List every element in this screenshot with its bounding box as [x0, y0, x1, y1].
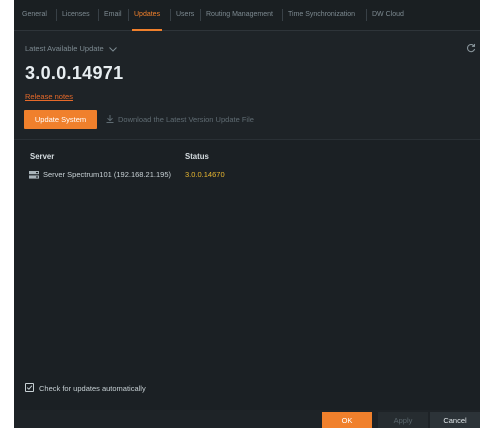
apply-button[interactable]: Apply	[378, 412, 428, 428]
tab-divider	[200, 9, 201, 21]
dialog-footer: OK Apply Cancel	[14, 410, 480, 428]
tab-divider	[282, 9, 283, 21]
system-administration-dialog: General Licenses Email Updates Users Rou…	[14, 0, 480, 428]
column-header-server: Server	[30, 152, 55, 161]
tab-dw-cloud[interactable]: DW Cloud	[372, 0, 404, 30]
tab-users[interactable]: Users	[176, 0, 194, 30]
server-name: Server Spectrum101 (192.168.21.195)	[43, 170, 171, 179]
tab-updates[interactable]: Updates	[131, 0, 163, 31]
server-icon	[29, 171, 39, 179]
tab-divider	[366, 9, 367, 21]
download-icon	[106, 115, 114, 123]
servers-table-panel: Server Status Server Spectrum101 (192.16…	[14, 140, 480, 410]
download-link-label: Download the Latest Version Update File	[118, 115, 254, 124]
download-update-file-link[interactable]: Download the Latest Version Update File	[106, 110, 254, 129]
ok-button[interactable]: OK	[322, 412, 372, 428]
chevron-down-icon	[108, 46, 117, 52]
tab-divider	[56, 9, 57, 21]
tab-bar: General Licenses Email Updates Users Rou…	[14, 0, 480, 31]
tab-time-synchronization[interactable]: Time Synchronization	[288, 0, 355, 30]
release-notes-link[interactable]: Release notes	[25, 92, 73, 101]
tab-divider	[98, 9, 99, 21]
cancel-button[interactable]: Cancel	[430, 412, 480, 428]
auto-check-label: Check for updates automatically	[39, 384, 146, 393]
tab-email[interactable]: Email	[104, 0, 122, 30]
table-row[interactable]: Server Spectrum101 (192.168.21.195) 3.0.…	[14, 168, 480, 182]
checkbox-checked-icon	[25, 383, 34, 392]
column-header-status: Status	[185, 152, 209, 161]
auto-check-updates-checkbox[interactable]: Check for updates automatically	[25, 383, 146, 393]
latest-update-label: Latest Available Update	[25, 44, 104, 53]
refresh-icon[interactable]	[466, 43, 476, 53]
update-system-button[interactable]: Update System	[24, 110, 97, 129]
tab-routing-management[interactable]: Routing Management	[206, 0, 273, 30]
server-status-version: 3.0.0.14670	[185, 170, 225, 179]
tab-divider	[170, 9, 171, 21]
latest-version-number: 3.0.0.14971	[25, 63, 124, 83]
latest-update-selector[interactable]: Latest Available Update	[25, 44, 117, 53]
tab-licenses[interactable]: Licenses	[62, 0, 90, 30]
tab-general[interactable]: General	[22, 0, 47, 30]
tab-divider	[128, 9, 129, 21]
